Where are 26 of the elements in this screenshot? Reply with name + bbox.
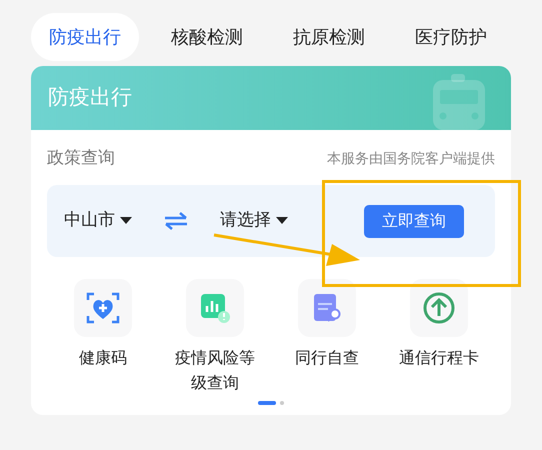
service-label[interactable]: 健康码 bbox=[58, 345, 148, 370]
ticket-search-icon bbox=[311, 292, 343, 324]
service-tile[interactable] bbox=[74, 279, 132, 337]
service-tile[interactable] bbox=[410, 279, 468, 337]
tab[interactable]: 抗原检测 bbox=[275, 13, 383, 61]
service-label[interactable]: 同行自查 bbox=[282, 345, 372, 370]
heart-plus-icon bbox=[86, 292, 120, 324]
tab[interactable]: 医疗防护 bbox=[397, 13, 505, 61]
caret-icon bbox=[276, 217, 288, 225]
destination-dropdown[interactable]: 请选择 bbox=[220, 208, 288, 234]
service-tile[interactable] bbox=[298, 279, 356, 337]
service-note: 本服务由国务院客户端提供 bbox=[327, 150, 495, 168]
tab[interactable]: 核酸检测 bbox=[153, 13, 261, 61]
arrow-up-circle-icon bbox=[423, 292, 455, 324]
bar-chart-alert-icon bbox=[199, 292, 231, 324]
service-tile[interactable] bbox=[186, 279, 244, 337]
section-title: 政策查询 bbox=[47, 147, 115, 170]
search-now-button[interactable]: 立即查询 bbox=[364, 204, 464, 238]
card-title: 防疫出行 bbox=[48, 84, 132, 112]
city-dropdown[interactable]: 中山市 bbox=[64, 208, 132, 234]
caret-icon bbox=[120, 217, 132, 225]
service-label[interactable]: 疫情风险等级查询 bbox=[170, 345, 260, 395]
bus-icon bbox=[431, 74, 487, 130]
tab[interactable]: 防疫出行 bbox=[31, 13, 139, 61]
swap-icon[interactable] bbox=[164, 212, 188, 230]
service-label[interactable]: 通信行程卡 bbox=[394, 345, 484, 370]
